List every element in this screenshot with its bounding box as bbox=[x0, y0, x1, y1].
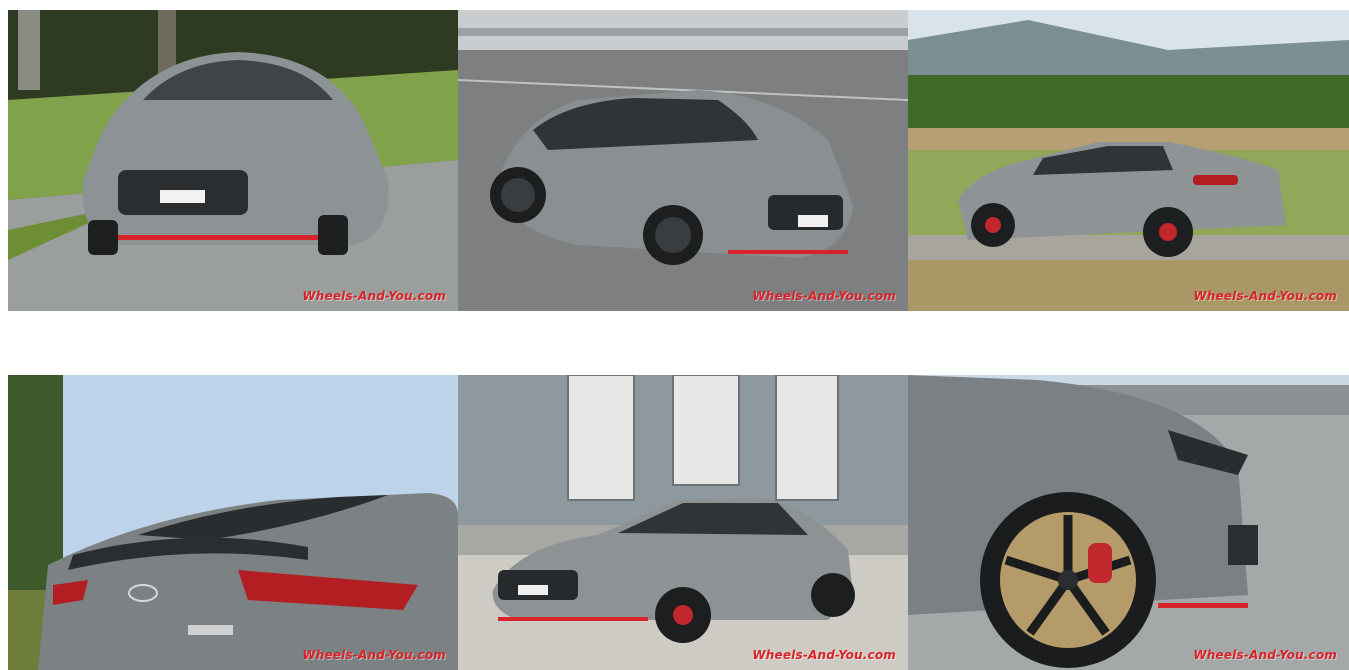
watermark-text: Wheels-And-You.com bbox=[302, 648, 446, 662]
gallery-photo-rear-detail[interactable]: Wheels-And-You.com bbox=[8, 375, 458, 670]
gallery-photo-wheel[interactable]: Wheels-And-You.com bbox=[908, 375, 1349, 670]
photo-rear-field-image bbox=[908, 10, 1349, 311]
watermark-text: Wheels-And-You.com bbox=[752, 289, 896, 303]
gallery-photo-building[interactable]: Wheels-And-You.com bbox=[458, 375, 908, 670]
watermark-text: Wheels-And-You.com bbox=[1193, 648, 1337, 662]
gallery-photo-front[interactable]: Wheels-And-You.com bbox=[8, 10, 458, 311]
photo-front-image bbox=[8, 10, 458, 311]
gallery-photo-rear-field[interactable]: Wheels-And-You.com bbox=[908, 10, 1349, 311]
gallery-photo-three-quarter[interactable]: Wheels-And-You.com bbox=[458, 10, 908, 311]
photo-wheel-image bbox=[908, 375, 1349, 670]
photo-three-quarter-image bbox=[458, 10, 908, 311]
photo-rear-detail-image bbox=[8, 375, 458, 670]
photo-gallery: Wheels-And-You.com Wheels-And-You.com Wh… bbox=[0, 0, 1349, 670]
photo-building-image bbox=[458, 375, 908, 670]
watermark-text: Wheels-And-You.com bbox=[302, 289, 446, 303]
watermark-text: Wheels-And-You.com bbox=[1193, 289, 1337, 303]
watermark-text: Wheels-And-You.com bbox=[752, 648, 896, 662]
